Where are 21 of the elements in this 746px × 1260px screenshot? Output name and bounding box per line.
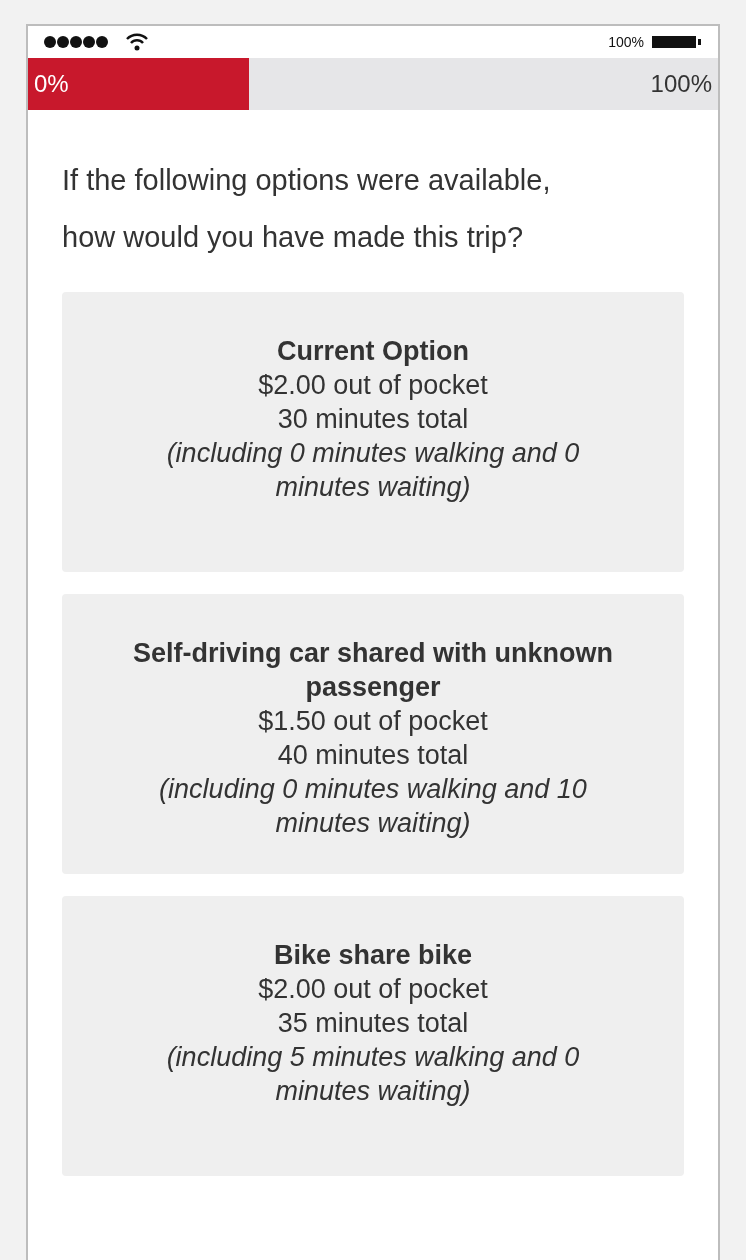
option-title: Self-driving car shared with unknown passenger	[131, 637, 615, 704]
battery-percent: 100%	[608, 32, 644, 52]
option-cost: $2.00 out of pocket	[258, 973, 488, 1006]
option-card[interactable]: Current Option $2.00 out of pocket 30 minutes total (including 0 minutes walking and 0 minutes waiting)	[62, 292, 684, 572]
option-detail: (including 0 minutes walking and 0 minutes waiting)	[165, 437, 581, 504]
option-card[interactable]: Self-driving car shared with unknown passenger $1.50 out of pocket 40 minutes total (including 0 minutes walking and 10 minutes waiting)	[62, 594, 684, 874]
option-detail: (including 5 minutes walking and 0 minutes waiting)	[165, 1041, 581, 1108]
question-text: If the following options were available, how would you have made this trip?	[61, 163, 552, 255]
option-time: 35 minutes total	[277, 1007, 469, 1040]
option-cost: $2.00 out of pocket	[258, 369, 488, 402]
option-title: Bike share bike	[273, 939, 473, 972]
option-time: 40 minutes total	[277, 739, 469, 772]
wifi-icon	[126, 33, 148, 51]
option-detail: (including 0 minutes walking and 10 minutes waiting)	[158, 773, 588, 840]
option-time: 30 minutes total	[277, 403, 469, 436]
progress-start-label: 0%	[34, 69, 69, 99]
option-cost: $1.50 out of pocket	[258, 705, 488, 738]
progress-end-label: 100%	[650, 69, 712, 99]
option-card[interactable]: Bike share bike $2.00 out of pocket 35 minutes total (including 5 minutes walking and 0 minutes waiting)	[62, 896, 684, 1176]
option-title: Current Option	[277, 335, 469, 368]
battery-icon	[652, 35, 702, 49]
